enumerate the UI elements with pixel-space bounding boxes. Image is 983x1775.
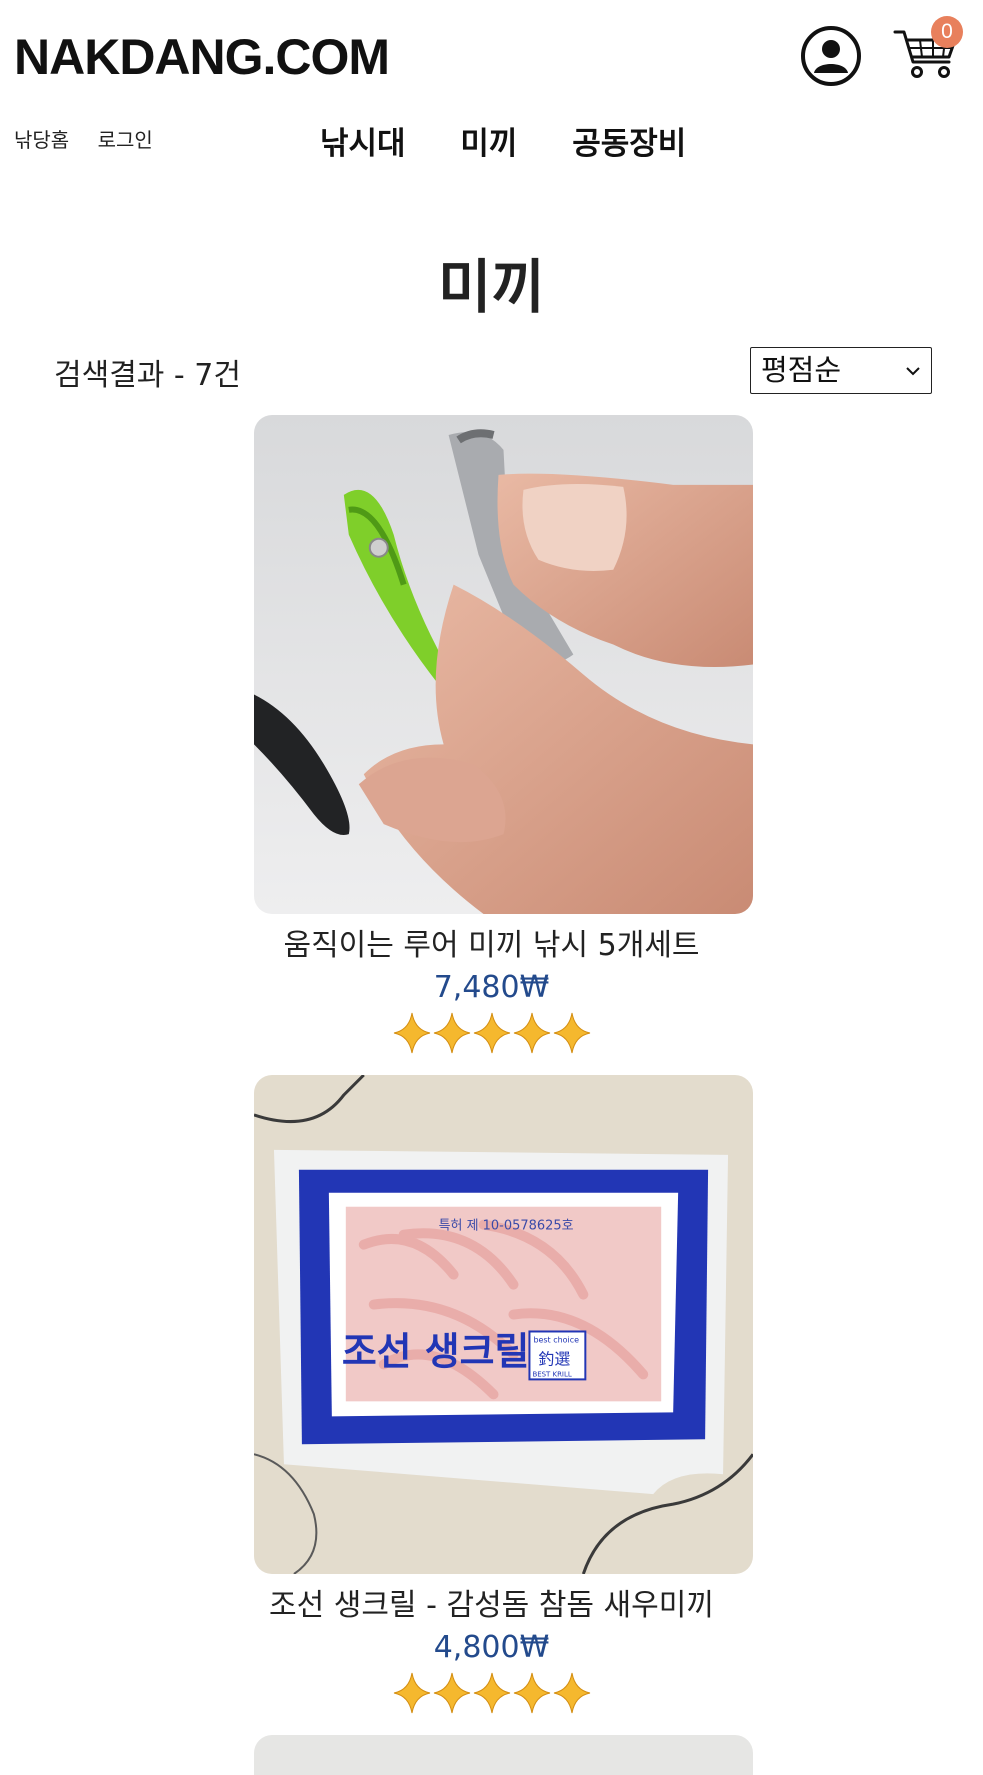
star-icon <box>392 1011 432 1055</box>
star-icon <box>432 1671 472 1715</box>
star-icon <box>472 1011 512 1055</box>
product-rating <box>0 1011 983 1055</box>
utility-nav: 낚당홈 로그인 <box>14 124 175 153</box>
star-icon <box>392 1671 432 1715</box>
result-count: 검색결과 - 7건 <box>54 358 241 393</box>
page-title: 미끼 <box>438 253 545 321</box>
chevron-down-icon <box>906 367 920 376</box>
nav-home-link[interactable]: 낚당홈 <box>14 128 69 152</box>
sort-selected-value: 평점순 <box>761 353 842 387</box>
site-header: NAKDANG.COM 0 낚당홈 로그인 낚시대 미끼 공동장비 <box>0 0 983 200</box>
package-label-text: 조선 생크릴 <box>342 1329 530 1373</box>
main-nav: 낚시대 미끼 공동장비 <box>320 118 730 163</box>
product-price: 4,800₩ <box>433 1630 550 1665</box>
nav-login-link[interactable]: 로그인 <box>98 128 153 152</box>
star-icon <box>472 1671 512 1715</box>
package-badge-top: best choice <box>533 1335 579 1344</box>
product-image[interactable] <box>254 1735 753 1775</box>
product-image[interactable] <box>254 415 753 914</box>
nav-item-bait[interactable]: 미끼 <box>460 126 517 162</box>
star-icon <box>552 1011 592 1055</box>
account-icon <box>814 40 848 73</box>
package-patent-text: 특허 제 10-0578625호 <box>439 1219 574 1234</box>
star-icon <box>512 1011 552 1055</box>
star-icon <box>552 1671 592 1715</box>
cart-count-badge: 0 <box>931 16 963 48</box>
package-badge-bottom: BEST KRILL <box>532 1370 571 1378</box>
star-icon <box>512 1671 552 1715</box>
product-image[interactable]: 특허 제 10-0578625호 조선 생크릴 best choice 釣選 B… <box>254 1075 753 1574</box>
site-logo[interactable]: NAKDANG.COM <box>14 28 390 86</box>
package-badge-mid: 釣選 <box>538 1349 570 1368</box>
product-rating <box>0 1671 983 1715</box>
nav-item-shared-gear[interactable]: 공동장비 <box>572 126 686 162</box>
product-price: 7,480₩ <box>433 970 550 1005</box>
star-icon <box>432 1011 472 1055</box>
account-button[interactable] <box>801 26 861 86</box>
product-name[interactable]: 조선 생크릴 - 감성돔 참돔 새우미끼 <box>0 1580 983 1624</box>
product-name[interactable]: 움직이는 루어 미끼 낚시 5개세트 <box>0 920 983 964</box>
sort-select[interactable]: 평점순 <box>750 347 932 394</box>
nav-item-fishing-rod[interactable]: 낚시대 <box>320 126 406 162</box>
